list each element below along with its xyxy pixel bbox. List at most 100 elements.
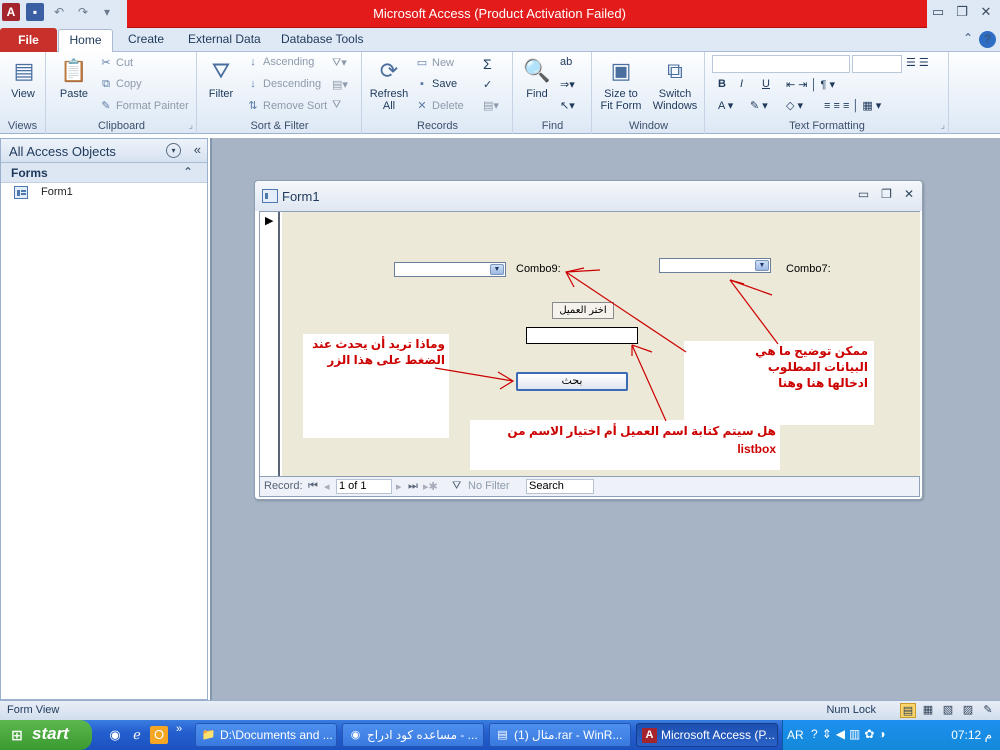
save-icon[interactable]: ▪	[26, 3, 44, 21]
last-record-icon[interactable]: ⏭	[408, 480, 418, 493]
form-restore-icon[interactable]: ❐	[881, 187, 892, 201]
fill-color-icon[interactable]: ◇ ▾	[786, 99, 803, 112]
toggle-filter-icon[interactable]: ⛛	[332, 99, 341, 112]
access-logo-icon[interactable]: A	[2, 3, 20, 21]
align-icons[interactable]: ≡ ≡ ≡ │ ▦ ▾	[824, 99, 881, 112]
nav-menu-icon[interactable]: ▾	[166, 143, 181, 158]
ascending-button[interactable]: ↓ Ascending	[246, 56, 314, 68]
close-icon[interactable]: ✕	[978, 4, 994, 20]
highlight-icon[interactable]: ✎ ▾	[750, 99, 768, 112]
cut-button[interactable]: ✂ Cut	[99, 56, 133, 69]
tab-database-tools[interactable]: Database Tools	[281, 32, 364, 46]
design-view-icon[interactable]: ✎	[980, 703, 996, 718]
redo-icon[interactable]: ↷	[74, 3, 92, 21]
record-position-field[interactable]: 1 of 1	[336, 479, 392, 494]
task-explorer[interactable]: 📁 D:\Documents and ...	[195, 723, 337, 747]
tab-file[interactable]: File	[0, 28, 57, 52]
bullets-icon[interactable]: ☰ ☰	[906, 56, 929, 69]
internet-explorer-icon[interactable]: ℯ	[128, 726, 146, 744]
copy-button[interactable]: ⧉ Copy	[99, 78, 142, 91]
tab-external-data[interactable]: External Data	[188, 32, 261, 46]
tray-expand-icon[interactable]: ◀	[836, 727, 845, 741]
nav-title[interactable]: All Access Objects	[9, 144, 116, 159]
nav-section-forms[interactable]: Forms ⌃	[1, 163, 207, 183]
customer-name-textbox[interactable]	[526, 327, 638, 344]
task-chrome[interactable]: ◉ مساعده كود ادراج - ...	[342, 723, 484, 747]
shutter-bar-icon[interactable]: «	[194, 142, 201, 157]
record-search-input[interactable]: Search	[526, 479, 594, 494]
search-button[interactable]: بحث	[516, 372, 628, 391]
dropdown-arrow-icon[interactable]: ▼	[490, 264, 504, 275]
remove-sort-button[interactable]: ⇅ Remove Sort	[246, 99, 327, 112]
tray-arrows-icon[interactable]: ⇕	[822, 727, 832, 741]
dialog-launcher-icon[interactable]: ⌟	[189, 120, 193, 131]
indent-icons[interactable]: ⇤ ⇥ │ ¶ ▾	[786, 78, 835, 91]
combo7-dropdown[interactable]: ▼	[659, 258, 771, 273]
print-view-icon[interactable]: ▨	[960, 703, 976, 718]
form-close-icon[interactable]: ✕	[904, 187, 914, 201]
refresh-all-button[interactable]: ⟳ Refresh All	[369, 56, 409, 112]
paste-button[interactable]: 📋 Paste	[57, 56, 91, 100]
undo-icon[interactable]: ↶	[50, 3, 68, 21]
switch-windows-button[interactable]: ⧉ Switch Windows	[647, 56, 703, 112]
descending-button[interactable]: ↓ Descending	[246, 78, 321, 90]
choose-customer-button[interactable]: اختر العميل	[552, 302, 614, 319]
volume-icon[interactable]: ◑	[878, 727, 885, 741]
tray-app-icon[interactable]: ✿	[864, 727, 874, 741]
outlook-icon[interactable]: O	[150, 726, 168, 744]
form-view-icon[interactable]: ▤	[900, 703, 916, 718]
new-record-button[interactable]: ▭ New	[415, 56, 454, 69]
goto-icon[interactable]: ⇒▾	[560, 78, 575, 91]
find-button[interactable]: 🔍 Find	[520, 56, 554, 100]
view-button[interactable]: ▤ View	[8, 56, 38, 100]
font-size-select[interactable]	[852, 55, 902, 73]
no-filter-button[interactable]: No Filter	[468, 480, 510, 492]
help-icon[interactable]: ?	[979, 31, 996, 48]
nav-item-form1[interactable]: Form1	[1, 183, 207, 203]
first-record-icon[interactable]: ⏮	[308, 480, 318, 493]
totals-icon[interactable]: Σ	[483, 56, 492, 72]
save-record-button[interactable]: ▪ Save	[415, 78, 457, 90]
form-minimize-icon[interactable]: ▭	[858, 187, 869, 201]
minimize-icon[interactable]: ▭	[930, 4, 946, 20]
delete-record-button[interactable]: ✕ Delete	[415, 99, 463, 112]
tab-create[interactable]: Create	[128, 32, 164, 46]
network-icon[interactable]: ▥	[849, 727, 860, 741]
select-icon[interactable]: ↖▾	[560, 99, 575, 112]
help-tray-icon[interactable]: ?	[811, 727, 818, 741]
collapse-section-icon[interactable]: ⌃	[183, 165, 193, 179]
customize-qat-icon[interactable]: ▾	[98, 3, 116, 21]
replace-icon[interactable]: ab	[560, 56, 572, 68]
dropdown-arrow-icon[interactable]: ▼	[755, 260, 769, 271]
start-button[interactable]: ⊞ start	[0, 720, 92, 750]
language-indicator[interactable]: AR	[787, 728, 804, 742]
task-access[interactable]: A Microsoft Access (P...	[636, 723, 778, 747]
font-color-icon[interactable]: A ▾	[718, 99, 733, 112]
size-to-fit-form-button[interactable]: ▣ Size to Fit Form	[597, 56, 645, 112]
ribbon-minimize-icon[interactable]: ⌃	[963, 31, 973, 48]
chrome-icon[interactable]: ◉	[106, 726, 124, 744]
tab-home[interactable]: Home	[58, 29, 113, 53]
combo9-dropdown[interactable]: ▼	[394, 262, 506, 277]
record-selector[interactable]: ▶	[260, 212, 280, 476]
advanced-filter-icon[interactable]: ▤▾	[332, 78, 348, 91]
previous-record-icon[interactable]: ◂	[324, 480, 330, 493]
restore-icon[interactable]: ❐	[954, 4, 970, 20]
datasheet-view-icon[interactable]: ▦	[920, 703, 936, 718]
more-records-icon[interactable]: ▤▾	[483, 99, 499, 112]
task-winrar[interactable]: ▤ مثال (1).rar - WinR...	[489, 723, 631, 747]
bold-button[interactable]: B	[718, 78, 726, 90]
title-bar: A ▪ ↶ ↷ ▾ Microsoft Access (Product Acti…	[0, 0, 1000, 28]
text-format-launcher-icon[interactable]: ⌟	[941, 120, 945, 131]
format-painter-button[interactable]: ✎ Format Painter	[99, 99, 188, 112]
font-name-select[interactable]	[712, 55, 850, 73]
layout-view-icon[interactable]: ▧	[940, 703, 956, 718]
filter-button[interactable]: ⛛ Filter	[204, 56, 238, 100]
spelling-icon[interactable]: ✓	[483, 78, 492, 91]
italic-button[interactable]: I	[740, 78, 743, 90]
next-record-icon[interactable]: ▸	[396, 480, 402, 493]
underline-button[interactable]: U	[762, 78, 770, 90]
new-record-nav-icon[interactable]: ▸✱	[423, 480, 438, 493]
selection-filter-icon[interactable]: ⛛▾	[332, 56, 347, 70]
quicklaunch-more-icon[interactable]: »	[176, 723, 182, 735]
